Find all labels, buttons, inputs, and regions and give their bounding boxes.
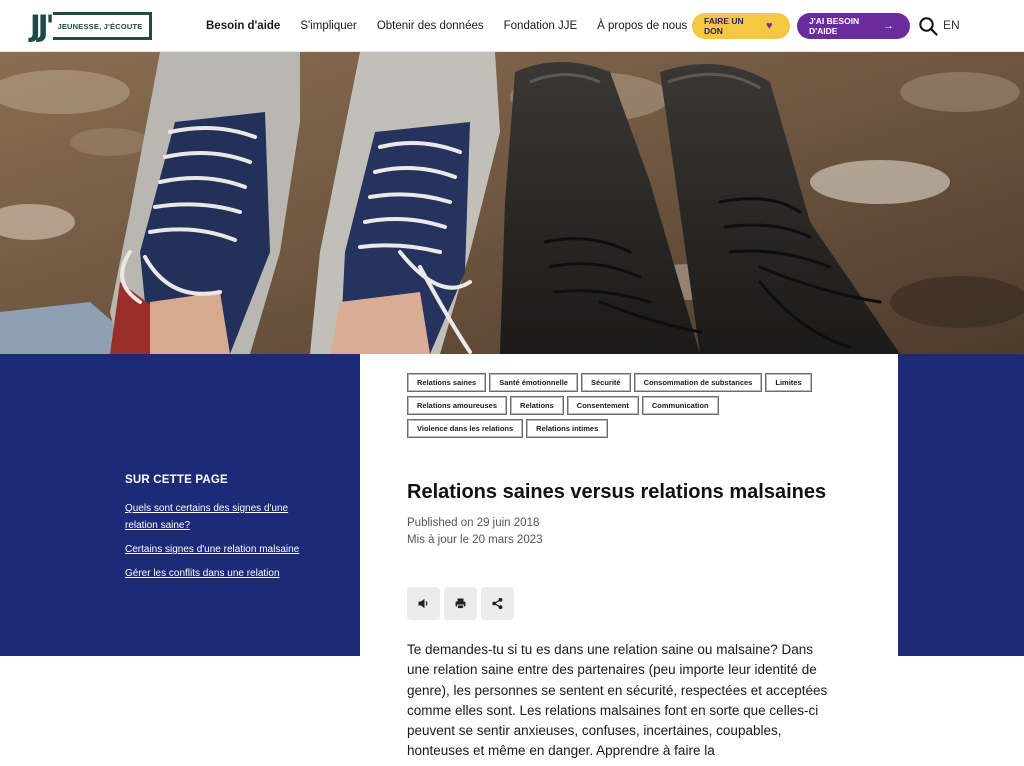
site-logo[interactable]: JJ' JEUNESSE, J'ÉCOUTE <box>30 9 153 43</box>
tag-relations-intimes[interactable]: Relations intimes <box>526 419 609 438</box>
toc-title: SUR CETTE PAGE <box>125 474 228 486</box>
heart-icon: ♥ <box>766 20 773 32</box>
share-icon <box>492 597 503 610</box>
donate-button[interactable]: FAIRE UN DON ♥ <box>692 13 790 39</box>
tag-relations-saines[interactable]: Relations saines <box>407 373 487 392</box>
nav-item-obtenir-donnees[interactable]: Obtenir des données <box>377 20 484 32</box>
nav-item-a-propos[interactable]: À propos de nous <box>597 20 702 32</box>
print-button[interactable] <box>444 587 477 620</box>
tag-limites[interactable]: Limites <box>765 373 812 392</box>
language-toggle[interactable]: EN <box>943 18 960 32</box>
right-color-band <box>898 354 1024 656</box>
speaker-icon <box>418 598 428 609</box>
logo-wordmark-box: JEUNESSE, J'ÉCOUTE <box>53 12 153 40</box>
nav-item-besoin-aide[interactable]: Besoin d'aide <box>206 20 280 32</box>
published-date: Published on 29 juin 2018 <box>407 517 540 529</box>
need-help-button[interactable]: J'AI BESOIN D'AIDE → <box>797 13 910 39</box>
main-nav: Besoin d'aide S'impliquer Obtenir des do… <box>206 0 720 52</box>
on-this-page-nav: SUR CETTE PAGE Quels sont certains des s… <box>125 474 320 589</box>
tag-violence-relations[interactable]: Violence dans les relations <box>407 419 524 438</box>
listen-button[interactable] <box>407 587 440 620</box>
tag-row: Violence dans les relations Relations in… <box>407 419 847 438</box>
tag-row: Relations saines Santé émotionnelle Sécu… <box>407 373 847 392</box>
tag-consentement[interactable]: Consentement <box>566 396 639 415</box>
updated-date: Mis à jour le 20 mars 2023 <box>407 534 543 546</box>
donate-button-label: FAIRE UN DON <box>704 16 744 36</box>
toc-link-gerer-conflits[interactable]: Gérer les conflits dans une relation <box>125 565 320 582</box>
tag-relations[interactable]: Relations <box>510 396 564 415</box>
article-intro: Te demandes-tu si tu es dans une relatio… <box>407 642 828 759</box>
nav-item-fondation-jje[interactable]: Fondation JJE <box>504 20 578 32</box>
search-icon[interactable] <box>918 16 938 36</box>
topic-tags: Relations saines Santé émotionnelle Sécu… <box>407 373 847 442</box>
site-header: JJ' JEUNESSE, J'ÉCOUTE Besoin d'aide S'i… <box>0 0 1024 52</box>
share-button[interactable] <box>481 587 514 620</box>
page-title: Relations saines versus relations malsai… <box>407 481 827 503</box>
article-dates: Published on 29 juin 2018 Mis à jour le … <box>407 515 543 549</box>
arrow-right-icon: → <box>883 20 894 32</box>
nav-item-a-propos-label: À propos de nous <box>597 20 688 32</box>
nav-item-s-impliquer[interactable]: S'impliquer <box>300 20 357 32</box>
tag-securite[interactable]: Sécurité <box>580 373 631 392</box>
hero-shoes-illustration <box>0 52 1024 354</box>
article-tools <box>407 587 518 620</box>
toc-link-signes-relation-malsaine[interactable]: Certains signes d'une relation malsaine <box>125 541 320 558</box>
tag-consommation-substances[interactable]: Consommation de substances <box>633 373 763 392</box>
logo-mark: JJ' <box>30 9 55 43</box>
tag-relations-amoureuses[interactable]: Relations amoureuses <box>407 396 508 415</box>
tag-communication[interactable]: Communication <box>641 396 719 415</box>
toc-link-signes-relation-saine[interactable]: Quels sont certains des signes d'une rel… <box>125 500 320 534</box>
logo-text: JEUNESSE, J'ÉCOUTE <box>57 21 143 31</box>
tag-row: Relations amoureuses Relations Consentem… <box>407 396 847 415</box>
tag-sante-emotionnelle[interactable]: Santé émotionnelle <box>489 373 578 392</box>
hero-image <box>0 52 1024 354</box>
print-icon <box>455 598 466 609</box>
need-help-button-label: J'AI BESOIN D'AIDE <box>809 16 860 36</box>
